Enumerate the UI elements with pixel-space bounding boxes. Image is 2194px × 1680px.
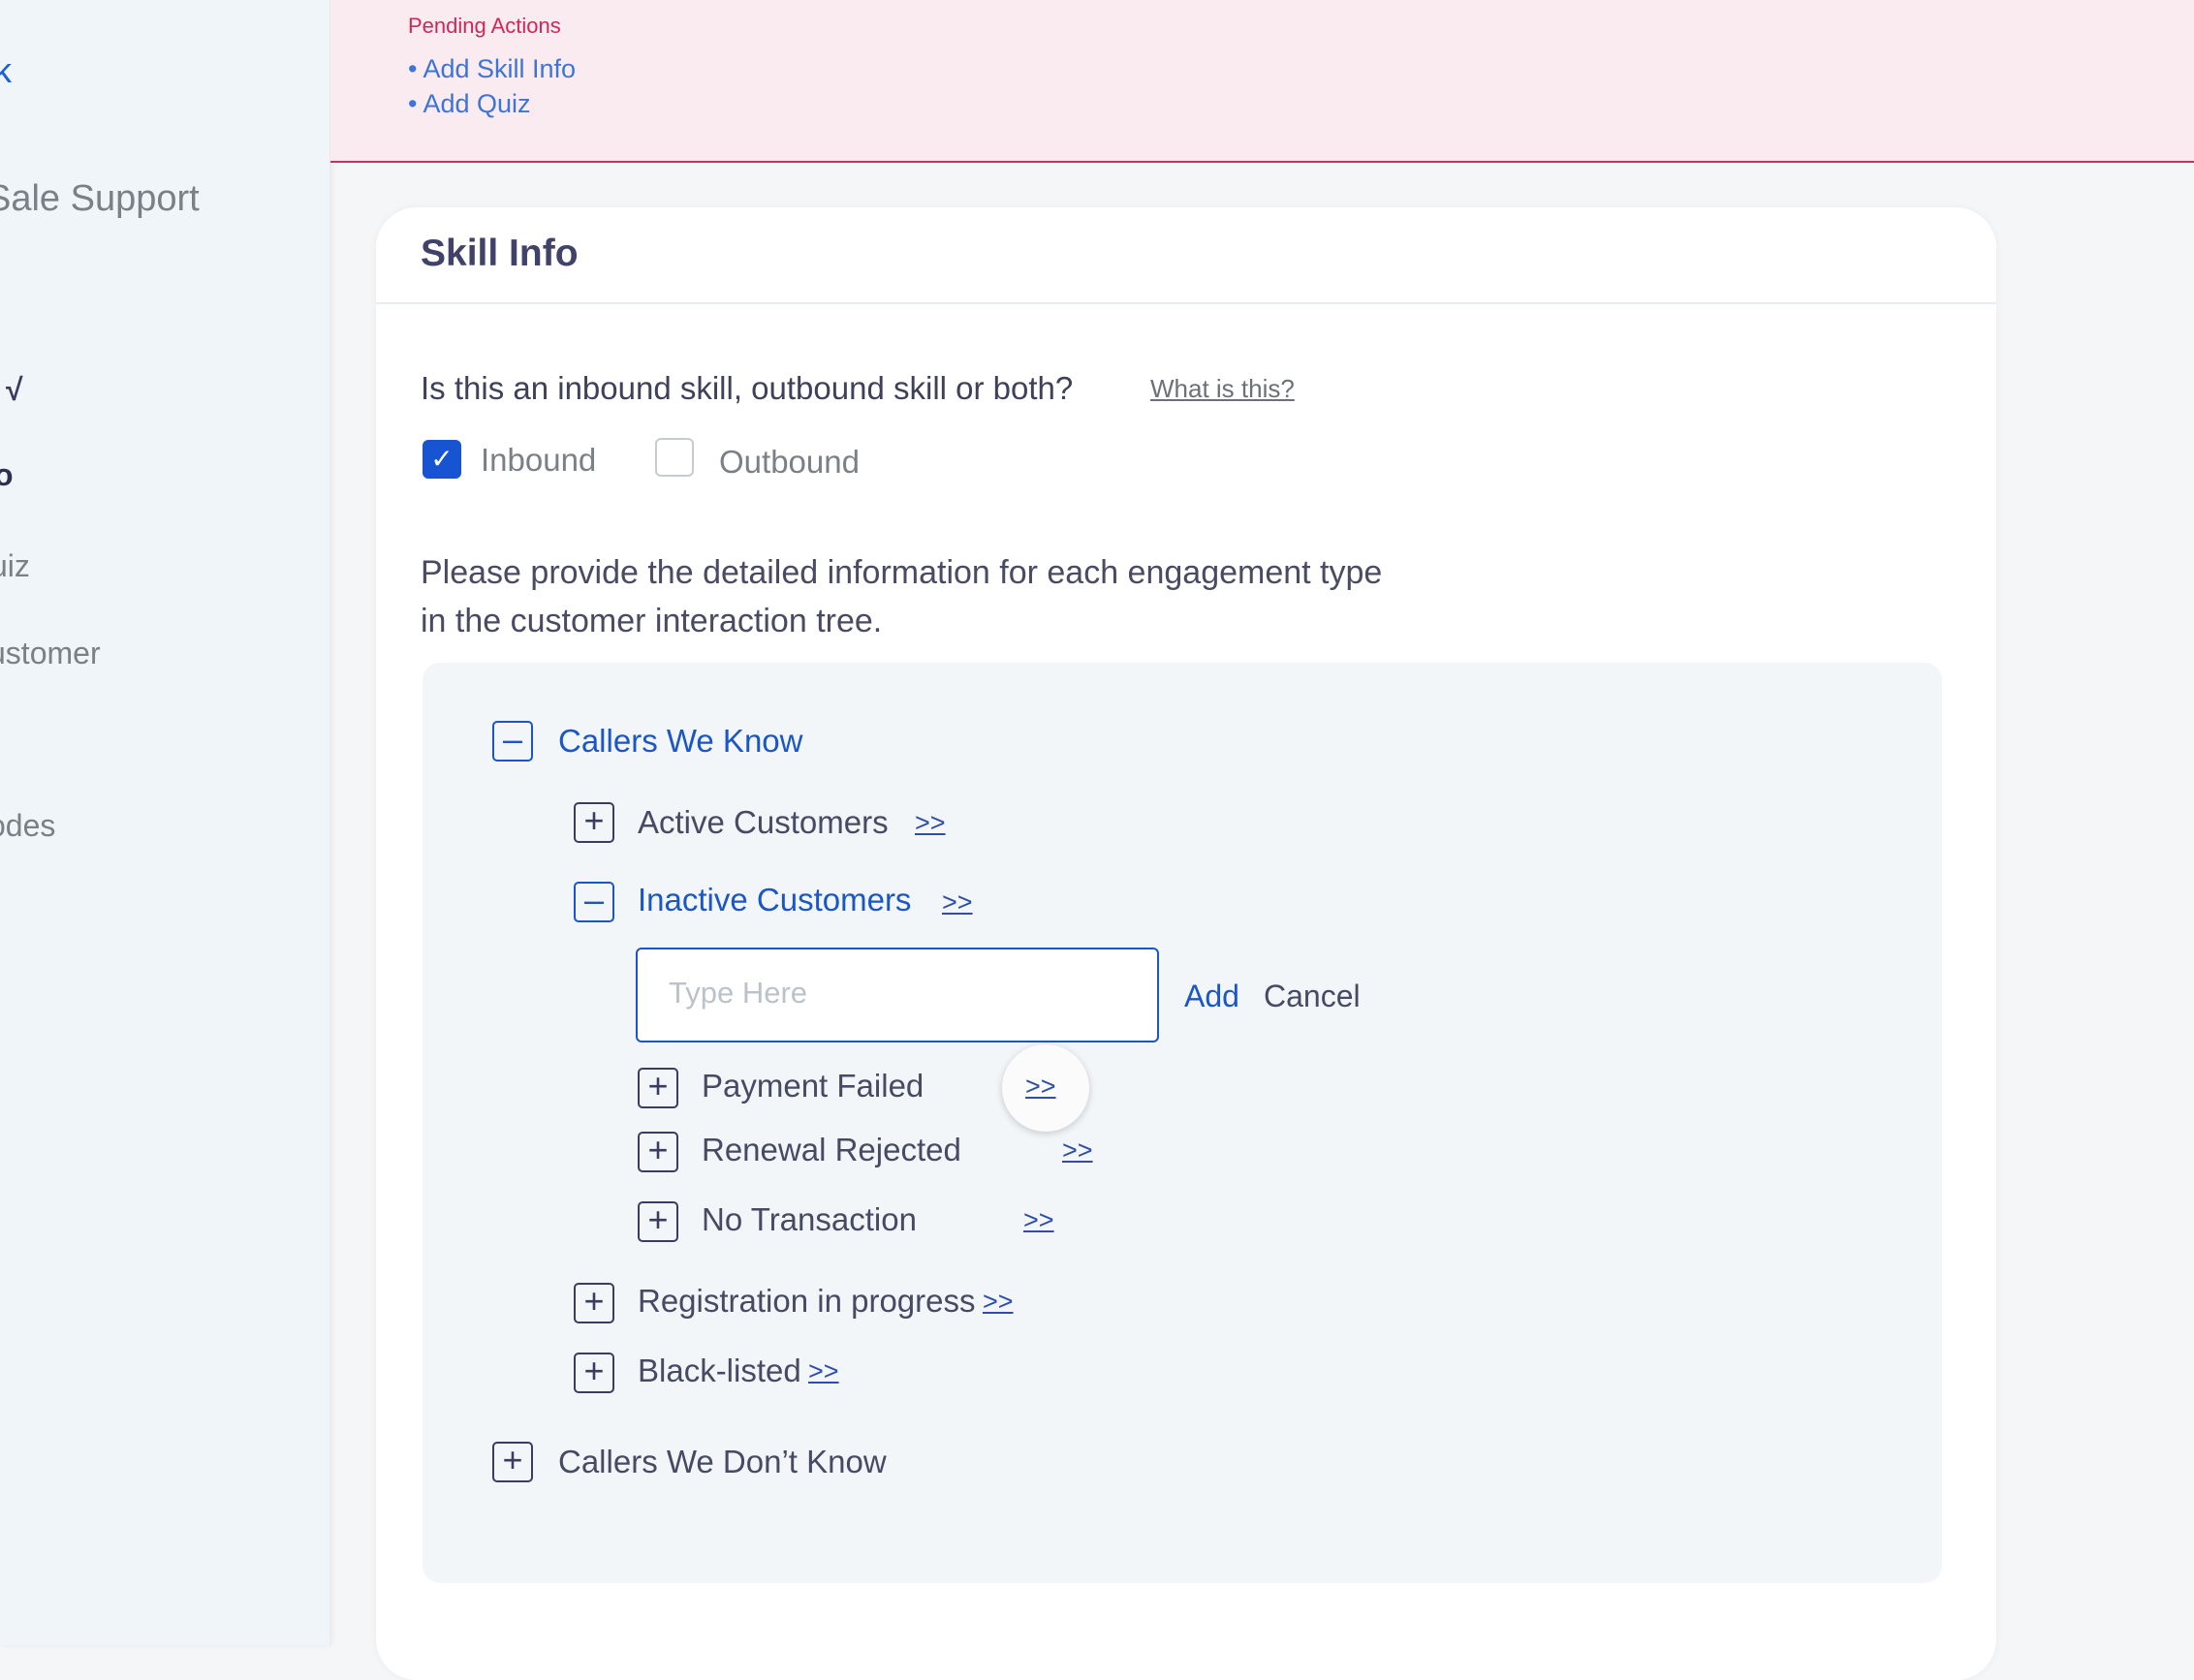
what-is-this-link[interactable]: What is this? xyxy=(1150,374,1295,404)
sidebar-check-icon: √ xyxy=(6,372,23,407)
description-line-2: in the customer interaction tree. xyxy=(421,603,883,639)
inbound-label[interactable]: Inbound xyxy=(481,442,596,479)
collapse-icon[interactable]: – xyxy=(492,721,533,762)
sidebar-item-customer[interactable]: ustomer xyxy=(0,636,101,671)
active-customers-details-link[interactable]: >> xyxy=(915,808,946,838)
inbound-checkbox[interactable]: ✓ xyxy=(423,440,461,479)
outbound-label[interactable]: Outbound xyxy=(719,444,860,481)
tree-node-registration-in-progress[interactable]: Registration in progress xyxy=(638,1283,976,1320)
sidebar-item-codes[interactable]: odes xyxy=(0,808,55,844)
add-button[interactable]: Add xyxy=(1184,979,1239,1014)
pending-actions-title: Pending Actions xyxy=(408,14,561,38)
no-transaction-details-link[interactable]: >> xyxy=(1023,1205,1054,1235)
tree-description: Please provide the detailed information … xyxy=(421,548,1583,645)
tree-node-callers-we-dont-know[interactable]: Callers We Don’t Know xyxy=(558,1444,887,1480)
expand-icon[interactable]: + xyxy=(574,1353,614,1393)
back-icon[interactable]: k xyxy=(0,50,12,91)
expand-icon[interactable]: + xyxy=(574,802,614,843)
pending-actions-banner: Pending Actions • Add Skill Info • Add Q… xyxy=(330,0,2194,163)
expand-icon[interactable]: + xyxy=(638,1132,678,1172)
description-line-1: Please provide the detailed information … xyxy=(421,554,1383,591)
inactive-customers-details-link[interactable]: >> xyxy=(942,887,973,918)
tree-node-black-listed[interactable]: Black-listed xyxy=(638,1353,801,1389)
tree-node-payment-failed[interactable]: Payment Failed xyxy=(702,1068,924,1104)
cancel-button[interactable]: Cancel xyxy=(1264,979,1361,1014)
sidebar: k Sale Support √ o uiz ustomer odes xyxy=(0,0,330,1645)
tree-node-renewal-rejected[interactable]: Renewal Rejected xyxy=(702,1132,961,1168)
tree-node-no-transaction[interactable]: No Transaction xyxy=(702,1201,917,1238)
card-title: Skill Info xyxy=(421,233,579,274)
sidebar-item-skill-info[interactable]: o xyxy=(0,457,14,493)
expand-icon[interactable]: + xyxy=(492,1442,533,1482)
tree-node-callers-we-know[interactable]: Callers We Know xyxy=(558,723,802,760)
sidebar-skill-title: Sale Support xyxy=(0,178,200,219)
pending-action-add-quiz[interactable]: • Add Quiz xyxy=(408,89,531,119)
collapse-icon[interactable]: – xyxy=(574,882,614,922)
new-node-input-wrapper xyxy=(636,948,1184,1042)
customer-interaction-tree: – Callers We Know + Active Customers >> … xyxy=(423,663,1942,1583)
sidebar-item-quiz[interactable]: uiz xyxy=(0,548,30,584)
expand-icon[interactable]: + xyxy=(638,1068,678,1108)
card-divider xyxy=(376,302,1996,304)
black-listed-details-link[interactable]: >> xyxy=(808,1356,839,1386)
renewal-rejected-details-link[interactable]: >> xyxy=(1062,1136,1093,1166)
payment-failed-details-link[interactable]: >> xyxy=(1025,1072,1056,1102)
registration-details-link[interactable]: >> xyxy=(983,1287,1014,1317)
tree-node-inactive-customers[interactable]: Inactive Customers xyxy=(638,882,911,918)
new-node-input[interactable] xyxy=(638,949,1184,1037)
expand-icon[interactable]: + xyxy=(638,1201,678,1242)
skill-info-card: Skill Info Is this an inbound skill, out… xyxy=(376,207,1996,1680)
outbound-checkbox[interactable] xyxy=(655,438,694,477)
tree-node-active-customers[interactable]: Active Customers xyxy=(638,804,889,841)
skill-direction-question: Is this an inbound skill, outbound skill… xyxy=(421,370,1074,406)
pending-action-add-skill-info[interactable]: • Add Skill Info xyxy=(408,54,576,84)
expand-icon[interactable]: + xyxy=(574,1283,614,1323)
